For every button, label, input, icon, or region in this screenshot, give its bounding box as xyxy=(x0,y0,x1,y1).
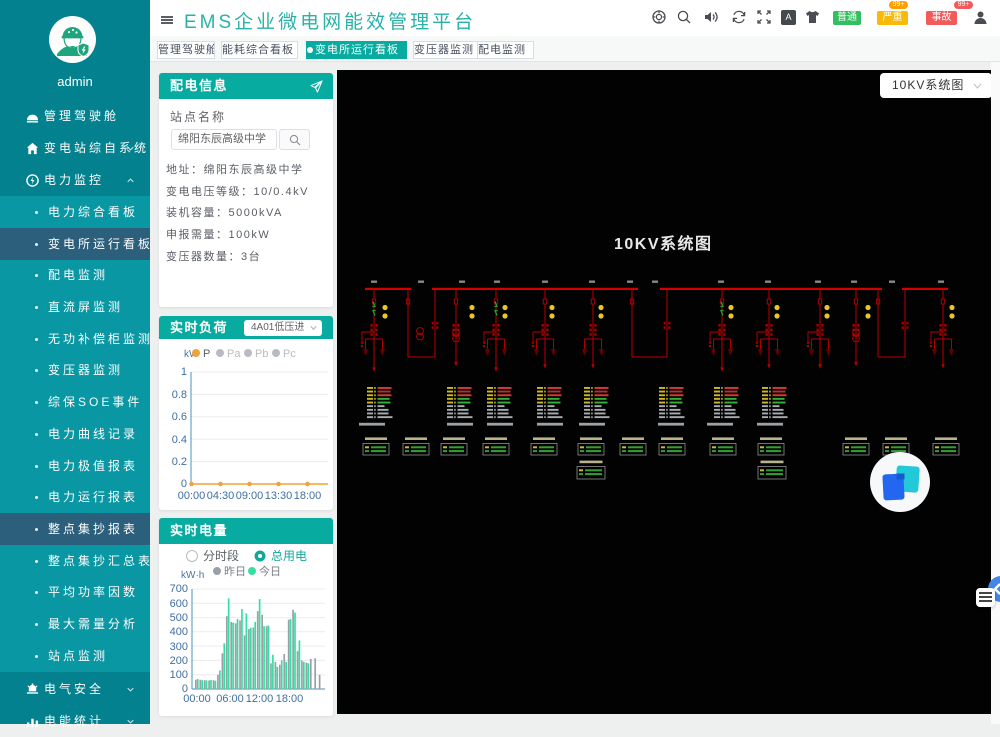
svg-text:600: 600 xyxy=(170,598,188,610)
svg-text:kW·h: kW·h xyxy=(181,570,204,581)
svg-text:0: 0 xyxy=(181,478,187,490)
svg-text:分时段: 分时段 xyxy=(203,548,239,563)
svg-text:昨日: 昨日 xyxy=(224,565,246,578)
svg-text:200: 200 xyxy=(170,655,188,667)
svg-text:0.2: 0.2 xyxy=(172,456,187,468)
svg-text:13:30: 13:30 xyxy=(265,490,293,502)
svg-text:Pa: Pa xyxy=(227,348,241,360)
svg-text:0.4: 0.4 xyxy=(172,434,187,446)
svg-text:0.8: 0.8 xyxy=(172,389,187,401)
svg-text:300: 300 xyxy=(170,641,188,653)
svg-text:700: 700 xyxy=(170,583,188,595)
svg-text:06:00: 06:00 xyxy=(216,693,244,705)
svg-text:04:30: 04:30 xyxy=(207,490,235,502)
svg-text:总用电: 总用电 xyxy=(271,549,307,563)
svg-text:18:00: 18:00 xyxy=(276,693,304,705)
svg-text:100: 100 xyxy=(170,669,188,681)
svg-text:Pc: Pc xyxy=(283,348,296,360)
svg-text:P: P xyxy=(203,348,210,360)
svg-text:500: 500 xyxy=(170,612,188,624)
svg-text:Pb: Pb xyxy=(255,348,268,360)
svg-text:18:00: 18:00 xyxy=(294,490,322,502)
svg-text:0.6: 0.6 xyxy=(172,411,187,423)
svg-text:00:00: 00:00 xyxy=(178,490,206,502)
svg-text:12:00: 12:00 xyxy=(246,693,274,705)
svg-text:今日: 今日 xyxy=(259,564,281,578)
svg-text:09:00: 09:00 xyxy=(236,490,264,502)
svg-text:00:00: 00:00 xyxy=(183,693,211,705)
svg-text:1: 1 xyxy=(181,366,187,378)
svg-text:400: 400 xyxy=(170,626,188,638)
